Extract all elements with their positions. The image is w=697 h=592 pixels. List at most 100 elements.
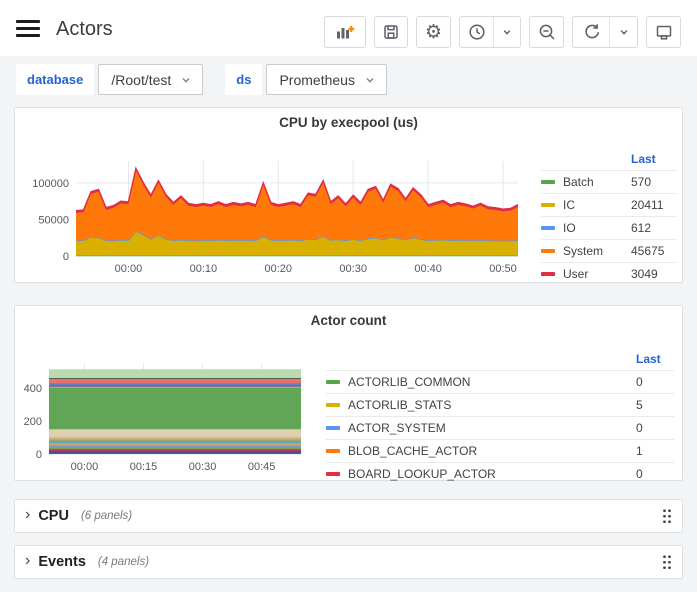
clock-icon	[460, 17, 493, 47]
chevron-down-icon	[364, 74, 376, 86]
legend-row: Batch 570	[541, 170, 677, 193]
legend-series-last-value: 0	[636, 421, 674, 435]
row-panel-count: (4 panels)	[98, 556, 149, 568]
legend-series-swatch	[326, 380, 340, 384]
panel-actor-count: Actor count 020040000:0000:1500:3000:45 …	[14, 305, 683, 481]
variable-select-ds[interactable]: Prometheus	[266, 64, 386, 95]
legend-row: System 45675	[541, 239, 677, 262]
save-dashboard-button[interactable]	[374, 16, 408, 48]
dashboard-row-cpu[interactable]: CPU (6 panels)	[14, 499, 683, 533]
legend-row: User 3049	[541, 262, 677, 285]
menu-icon[interactable]	[16, 20, 40, 37]
save-icon	[381, 22, 401, 42]
svg-text:00:00: 00:00	[71, 461, 99, 473]
svg-text:50000: 50000	[38, 214, 69, 226]
legend-series-swatch	[541, 249, 555, 253]
legend-series-last-value: 5	[636, 398, 674, 412]
legend-series-last-value: 45675	[631, 244, 677, 258]
legend-series-swatch	[541, 272, 555, 276]
legend-actor-count: Last ACTORLIB_COMMON0ACTORLIB_STATS5ACTO…	[326, 348, 674, 485]
zoom-out-button[interactable]	[529, 16, 564, 48]
legend-series-label[interactable]: ACTORLIB_COMMON	[348, 375, 470, 389]
legend-series-label[interactable]: User	[563, 267, 588, 281]
variable-value-ds: Prometheus	[279, 72, 354, 88]
zoom-out-icon	[537, 22, 557, 42]
legend-series-last-value: 20411	[631, 198, 677, 212]
legend-series-label[interactable]: BLOB_CACHE_ACTOR	[348, 444, 477, 458]
legend-series-last-value: 0	[636, 375, 674, 389]
svg-text:00:40: 00:40	[414, 263, 442, 275]
dashboard-row-events[interactable]: Events (4 panels)	[14, 545, 683, 579]
svg-text:00:10: 00:10	[190, 263, 218, 275]
row-panel-count: (6 panels)	[81, 510, 132, 522]
legend-series-label[interactable]: ACTOR_SYSTEM	[348, 421, 446, 435]
dashboard-settings-button[interactable]: ⚙	[416, 16, 451, 48]
legend-series-swatch	[541, 226, 555, 230]
legend-series-swatch	[326, 403, 340, 407]
refresh-interval-chevron-icon[interactable]	[609, 17, 637, 47]
legend-series-label[interactable]: IC	[563, 198, 575, 212]
legend-rows: Batch 570 IC 20411 IO612 System 45675 User 3049	[541, 170, 677, 285]
row-collapse-chevron-icon	[25, 506, 30, 524]
refresh-split-button	[572, 16, 638, 48]
svg-text:0: 0	[63, 251, 69, 263]
row-title: Events	[38, 554, 86, 570]
legend-header-last[interactable]: Last	[631, 152, 677, 166]
legend-row: IC 20411	[541, 193, 677, 216]
cycle-view-mode-button[interactable]	[646, 16, 681, 48]
legend-series-swatch	[326, 472, 340, 476]
legend-row: BOARD_LOOKUP_ACTOR 0	[326, 462, 674, 485]
add-panel-button[interactable]	[324, 16, 366, 48]
chevron-down-icon	[180, 74, 192, 86]
svg-text:00:50: 00:50	[489, 263, 517, 275]
variable-value-database: /Root/test	[111, 72, 171, 88]
legend-series-label[interactable]: Batch	[563, 175, 594, 189]
legend-row: BLOB_CACHE_ACTOR1	[326, 439, 674, 462]
row-title: CPU	[38, 508, 69, 524]
svg-text:00:15: 00:15	[130, 461, 158, 473]
toolbar: ⚙	[324, 16, 681, 48]
legend-series-swatch	[541, 203, 555, 207]
legend-row: IO612	[541, 216, 677, 239]
drag-handle-icon[interactable]	[662, 508, 672, 524]
svg-text:00:30: 00:30	[339, 263, 367, 275]
time-range-picker-button[interactable]	[459, 16, 521, 48]
row-collapse-chevron-icon	[25, 552, 30, 570]
legend-series-swatch	[541, 180, 555, 184]
svg-text:200: 200	[24, 416, 42, 428]
legend-series-last-value: 570	[631, 175, 677, 189]
bar-chart-plus-icon	[334, 22, 356, 42]
variable-label-ds: ds	[225, 64, 262, 95]
chevron-down-icon	[493, 17, 520, 47]
top-navbar: Actors ⚙	[0, 0, 697, 56]
legend-series-label[interactable]: ACTORLIB_STATS	[348, 398, 451, 412]
panel-cpu-by-execpool: CPU by execpool (us) 05000010000000:0000…	[14, 107, 683, 283]
legend-series-swatch	[326, 426, 340, 430]
svg-text:00:45: 00:45	[248, 461, 276, 473]
legend-row: ACTORLIB_COMMON 0	[326, 370, 674, 393]
svg-text:00:00: 00:00	[115, 263, 143, 275]
legend-series-label[interactable]: BOARD_LOOKUP_ACTOR	[348, 467, 496, 481]
legend-header-last[interactable]: Last	[636, 352, 674, 366]
legend-series-swatch	[326, 449, 340, 453]
legend-rows: ACTORLIB_COMMON 0 ACTORLIB_STATS 5 ACTOR_SYS…	[326, 370, 674, 485]
svg-text:00:20: 00:20	[265, 263, 293, 275]
legend-header: Last	[326, 348, 674, 370]
legend-series-label[interactable]: IO	[563, 221, 576, 235]
drag-handle-icon[interactable]	[662, 554, 672, 570]
legend-series-last-value: 3049	[631, 267, 677, 281]
tv-monitor-icon	[654, 22, 674, 42]
legend-row: ACTORLIB_STATS 5	[326, 393, 674, 416]
variable-select-database[interactable]: /Root/test	[98, 64, 203, 95]
page-title: Actors	[56, 18, 113, 41]
svg-text:0: 0	[36, 449, 42, 461]
legend-cpu-execpool: Last Batch 570 IC 20411 IO612 System 45675 User…	[541, 148, 677, 285]
legend-header: Last	[541, 148, 677, 170]
legend-series-last-value: 0	[636, 467, 674, 481]
grafana-dashboard: Actors ⚙	[0, 0, 697, 592]
legend-series-label[interactable]: System	[563, 244, 603, 258]
dashboard-variables: database /Root/test ds Prometheus	[16, 64, 387, 95]
svg-text:100000: 100000	[32, 178, 69, 190]
refresh-icon[interactable]	[573, 17, 609, 47]
variable-label-database: database	[16, 64, 94, 95]
